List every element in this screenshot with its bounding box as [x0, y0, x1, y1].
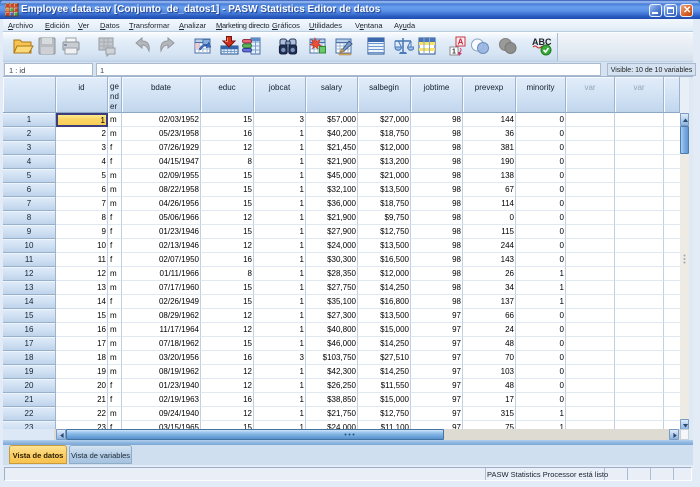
svg-text:A: A — [458, 38, 464, 47]
svg-text:1: 1 — [452, 49, 456, 56]
